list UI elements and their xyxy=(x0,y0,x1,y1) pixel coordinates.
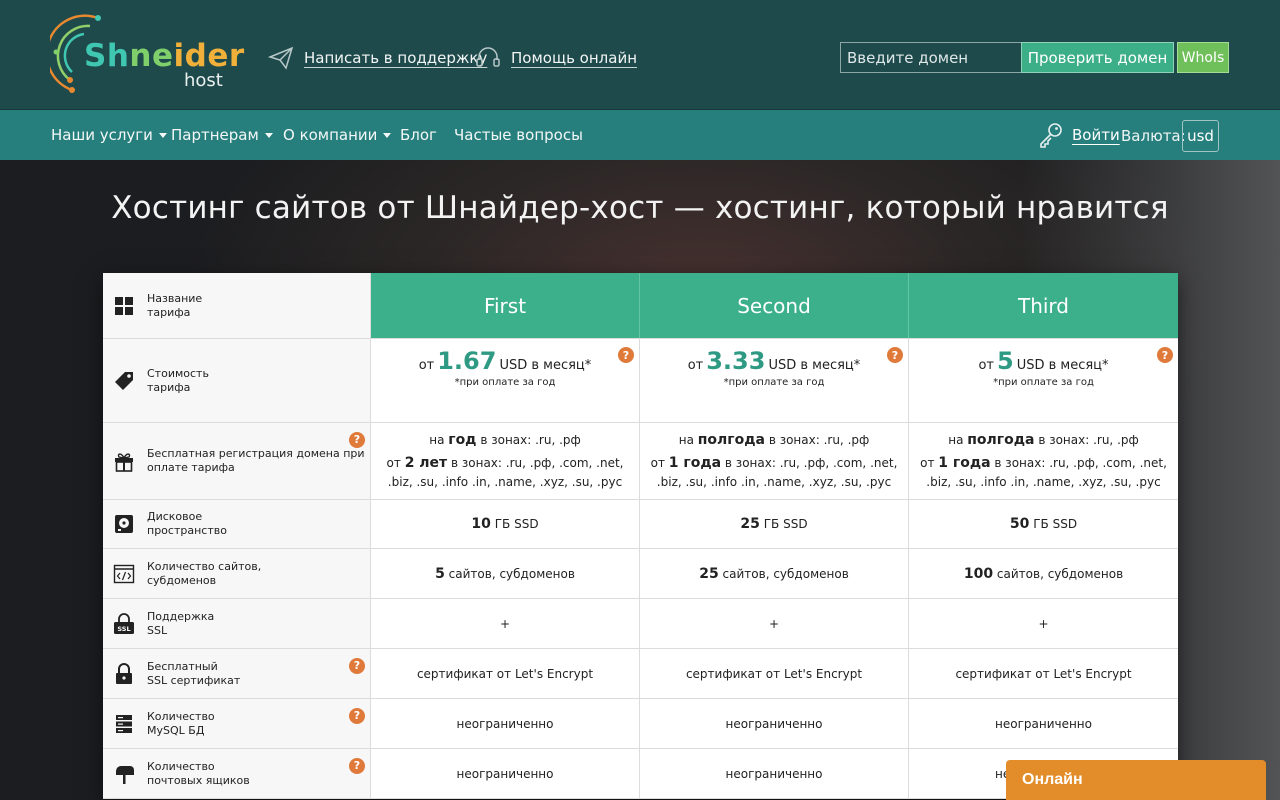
nav-partners-label: Партнерам xyxy=(171,126,259,144)
nav-services-label: Наши услуги xyxy=(51,126,153,144)
currency-select[interactable]: usd xyxy=(1182,120,1219,152)
currency-label: Валюта: xyxy=(1121,127,1186,145)
disk-icon xyxy=(115,515,133,533)
ssl-support-cell-second: + xyxy=(640,599,909,648)
row-label-name: Название тарифа xyxy=(103,273,371,338)
help-icon[interactable]: ? xyxy=(1157,347,1173,363)
plan-header-second: Second xyxy=(640,273,909,338)
nav-faq-label: Частые вопросы xyxy=(454,126,583,144)
mysql-cell-first: неограниченно xyxy=(371,699,640,748)
svg-text:SSL: SSL xyxy=(117,625,130,633)
table-row-free-ssl: Бесплатный SSL сертификат ? сертификат о… xyxy=(103,649,1178,699)
check-domain-button[interactable]: Проверить домен xyxy=(1021,42,1174,73)
domain-cell-second: на полгода в зонах: .ru, .рф от 1 года в… xyxy=(640,423,909,499)
help-online-link[interactable]: Помощь онлайн xyxy=(475,44,637,72)
whois-button[interactable]: WhoIs xyxy=(1177,42,1229,73)
support-link-label: Написать в поддержку xyxy=(304,49,488,67)
code-icon xyxy=(113,564,135,583)
sites-cell-first: 5 сайтов, субдоменов xyxy=(371,549,640,598)
free-ssl-cell-third: сертификат от Let's Encrypt xyxy=(955,666,1132,681)
help-icon[interactable]: ? xyxy=(349,758,365,774)
row-label-free-ssl: Бесплатный SSL сертификат ? xyxy=(103,649,371,698)
row-label-ssl-support: SSL Поддержка SSL xyxy=(103,599,371,648)
paper-plane-icon xyxy=(268,46,294,70)
price-value: 1.67 xyxy=(437,347,497,375)
login-label: Войти xyxy=(1072,126,1120,144)
help-icon[interactable]: ? xyxy=(349,432,365,448)
nav-blog[interactable]: Блог xyxy=(400,126,437,144)
row-label-mail: Количество почтовых ящиков ? xyxy=(103,749,371,798)
online-chat-button[interactable]: Онлайн xyxy=(1006,760,1266,800)
chevron-down-icon xyxy=(158,132,167,138)
table-row-ssl-support: SSL Поддержка SSL + + + xyxy=(103,599,1178,649)
mailbox-icon xyxy=(116,765,134,784)
disk-cell-second: 25 ГБ SSD xyxy=(640,500,909,548)
row-label-domain: Бесплатная регистрация домена при оплате… xyxy=(103,423,371,499)
disk-cell-first: 10 ГБ SSD xyxy=(371,500,640,548)
table-row-price: Стоимость тарифа от 1.67 USD в месяц* *при… xyxy=(103,339,1178,423)
disk-cell-third: 50 ГБ SSD xyxy=(1009,516,1078,532)
help-icon[interactable]: ? xyxy=(349,708,365,724)
nav-partners[interactable]: Партнерам xyxy=(171,126,273,144)
nav-faq[interactable]: Частые вопросы xyxy=(454,126,583,144)
mail-cell-second: неограниченно xyxy=(640,749,909,798)
logo[interactable]: Shneider host xyxy=(50,12,244,98)
price-cell-first: от 1.67 USD в месяц* *при оплате за год ? xyxy=(371,339,640,422)
plan-header-third: Third xyxy=(909,273,1178,338)
sites-cell-second: 25 сайтов, субдоменов xyxy=(640,549,909,598)
plan-header-first: First xyxy=(371,273,640,338)
domain-cell-third: на полгода в зонах: .ru, .рф от 1 года в… xyxy=(920,431,1167,489)
ssl-icon: SSL xyxy=(114,612,134,634)
chevron-down-icon xyxy=(383,132,392,138)
row-label-sites: Количество сайтов, субдоменов xyxy=(103,549,371,598)
table-row-name: Название тарифа First Second Third xyxy=(103,273,1178,339)
key-icon xyxy=(1040,123,1062,148)
ssl-support-cell-first: + xyxy=(371,599,640,648)
free-ssl-cell-second: сертификат от Let's Encrypt xyxy=(640,649,909,698)
table-row-domain: Бесплатная регистрация домена при оплате… xyxy=(103,423,1178,500)
nav-about[interactable]: О компании xyxy=(283,126,392,144)
row-label-mysql: Количество MySQL БД ? xyxy=(103,699,371,748)
row-label-price: Стоимость тарифа xyxy=(103,339,371,422)
price-value: 3.33 xyxy=(706,347,766,375)
logo-wordmark: Shneider xyxy=(84,38,245,74)
page-title: Хостинг сайтов от Шнайдер-хост — хостинг… xyxy=(111,190,1169,226)
lock-icon xyxy=(116,662,132,684)
support-link[interactable]: Написать в поддержку xyxy=(268,44,487,72)
nav-blog-label: Блог xyxy=(400,126,437,144)
help-icon[interactable]: ? xyxy=(887,347,903,363)
chevron-down-icon xyxy=(264,132,273,138)
price-cell-third: от 5 USD в месяц* *при оплате за год ? xyxy=(909,339,1178,422)
tariff-table: Название тарифа First Second Third Стоим… xyxy=(103,273,1178,799)
login-link[interactable]: Войти xyxy=(1038,122,1120,148)
free-ssl-cell-first: сертификат от Let's Encrypt xyxy=(371,649,640,698)
sites-cell-third: 100 сайтов, субдоменов xyxy=(963,565,1124,582)
logo-subtitle: host xyxy=(184,70,223,91)
tag-icon xyxy=(115,371,133,390)
help-online-label: Помощь онлайн xyxy=(511,49,638,67)
gift-icon xyxy=(115,453,133,472)
domain-input[interactable] xyxy=(840,42,1022,73)
table-row-sites: Количество сайтов, субдоменов 5 сайтов, … xyxy=(103,549,1178,599)
table-row-mysql: Количество MySQL БД ? неограниченно неог… xyxy=(103,699,1178,749)
nav-services[interactable]: Наши услуги xyxy=(51,126,167,144)
nav-about-label: О компании xyxy=(283,126,378,144)
headset-icon xyxy=(476,47,500,67)
help-icon[interactable]: ? xyxy=(618,347,634,363)
ssl-support-cell-third: + xyxy=(1038,616,1049,631)
row-label-disk: Дисковое пространство xyxy=(103,500,371,548)
top-header: Shneider host Написать в поддержку Помощ… xyxy=(0,0,1280,110)
mysql-cell-third: неограниченно xyxy=(995,716,1092,731)
domain-cell-first: на год в зонах: .ru, .рф от 2 лет в зона… xyxy=(371,423,640,499)
mysql-cell-second: неограниченно xyxy=(640,699,909,748)
grid-icon xyxy=(115,296,133,315)
price-value: 5 xyxy=(997,347,1014,375)
price-cell-second: от 3.33 USD в месяц* *при оплате за год ? xyxy=(640,339,909,422)
help-icon[interactable]: ? xyxy=(349,658,365,674)
database-icon xyxy=(116,714,132,733)
table-row-disk: Дисковое пространство 10 ГБ SSD 25 ГБ SS… xyxy=(103,500,1178,549)
mail-cell-first: неограниченно xyxy=(371,749,640,798)
